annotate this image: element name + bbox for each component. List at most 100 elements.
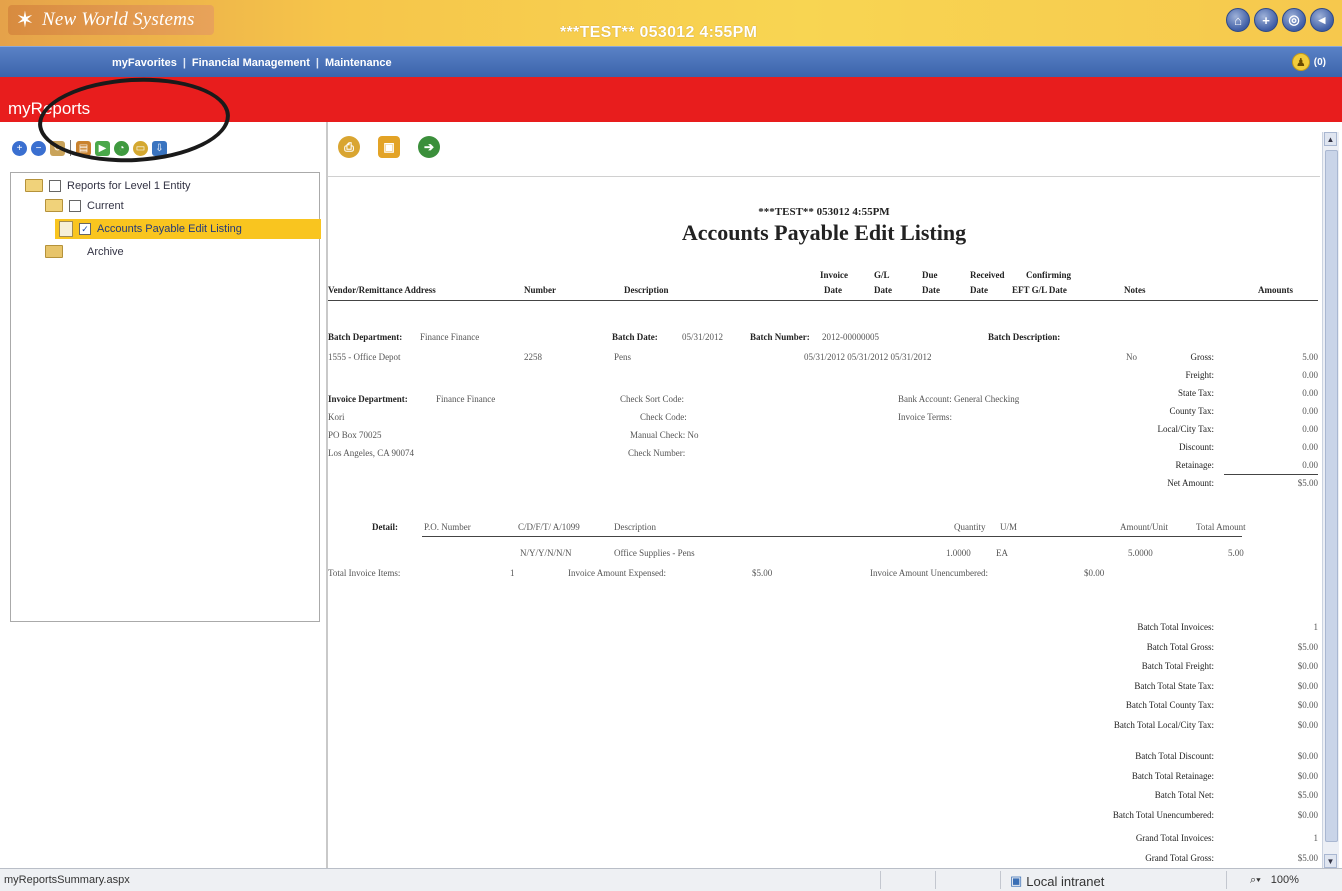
add-icon[interactable]: +	[1254, 8, 1278, 32]
security-zone: ▣ Local intranet	[1010, 873, 1104, 889]
zoom-control[interactable]: ⌕▾ 100%	[1250, 874, 1299, 887]
manual-check: Manual Check: No	[630, 430, 699, 440]
top-banner: ✶ New World Systems ***TEST** 053012 4:5…	[0, 0, 1342, 46]
detail-row-total: 5.00	[1228, 548, 1244, 558]
report-test-stamp: ***TEST** 053012 4:55PM	[758, 206, 890, 218]
col-description: Description	[624, 285, 669, 295]
detail-header-um: U/M	[1000, 522, 1018, 532]
batch-department-label: Batch Department:	[328, 332, 403, 342]
detail-label: Detail:	[372, 522, 398, 532]
col-due-date-1: Due	[922, 270, 938, 280]
detail-header-flags: C/D/F/T/ A/1099	[518, 522, 580, 532]
amount-value-state-tax: 0.00	[1302, 388, 1318, 398]
invoice-unencumbered-value: $0.00	[1084, 568, 1105, 578]
col-received-1: Received	[970, 270, 1005, 280]
check-sort-code: Check Sort Code:	[620, 394, 684, 404]
print-report-icon[interactable]: ⎙	[338, 136, 360, 158]
batch-total-label: Grand Total Invoices:	[1135, 833, 1214, 843]
address-line-2: PO Box 70025	[328, 430, 382, 440]
nav-link-financial-management[interactable]: Financial Management	[192, 57, 310, 69]
nav-links: myFavorites | Financial Management | Mai…	[112, 57, 392, 69]
detail-row-flags: N/Y/Y/N/N/N	[520, 548, 572, 558]
environment-title: ***TEST** 053012 4:55PM	[560, 24, 758, 41]
tree-label-root: Reports for Level 1 Entity	[67, 179, 191, 192]
col-gl-date-1: G/L	[874, 270, 890, 280]
amount-label-state-tax: State Tax:	[1178, 388, 1214, 398]
batch-total-value: $0.00	[1297, 719, 1318, 730]
tree-label-report: Accounts Payable Edit Listing	[97, 223, 242, 235]
batch-total-value: $0.00	[1297, 770, 1318, 781]
tree-checkbox-archive[interactable]	[69, 245, 81, 258]
batch-total-label: Batch Total Invoices:	[1137, 622, 1214, 632]
batch-total-label: Batch Total County Tax:	[1125, 700, 1214, 710]
nav-link-myfavorites[interactable]: myFavorites	[112, 57, 177, 69]
email-report-icon[interactable]: ➔	[418, 136, 440, 158]
status-divider	[1226, 871, 1227, 889]
invoice-expensed-label: Invoice Amount Expensed:	[568, 568, 666, 578]
tree-checkbox-report[interactable]: ✓	[79, 223, 91, 235]
batch-total-value: 1	[1313, 622, 1319, 632]
invoice-number: 2258	[524, 352, 542, 362]
folder-open-icon	[45, 199, 63, 212]
scroll-up-icon[interactable]: ▲	[1324, 132, 1337, 146]
folder-icon	[45, 245, 63, 258]
check-code: Check Code:	[640, 412, 687, 422]
tree-checkbox-current[interactable]	[69, 199, 81, 212]
batch-total-label: Batch Total Retainage:	[1131, 770, 1214, 781]
batch-total-value: $0.00	[1297, 680, 1318, 691]
globe-icon[interactable]: ◎	[1282, 8, 1306, 32]
home-icon[interactable]: ⌂	[1226, 8, 1250, 32]
bank-account: Bank Account: General Checking	[898, 394, 1020, 404]
batch-total-value: 1	[1313, 833, 1319, 843]
check-number: Check Number:	[628, 448, 686, 458]
expand-icon[interactable]: +	[12, 140, 27, 156]
zoom-icon[interactable]: ⌕▾	[1250, 874, 1261, 887]
detail-row-quantity: 1.0000	[946, 548, 971, 558]
amount-value-net: $5.00	[1297, 478, 1318, 488]
nav-separator: |	[315, 57, 319, 69]
back-icon[interactable]: ◂	[1310, 8, 1334, 32]
amount-label-local-city-tax: Local/City Tax:	[1157, 424, 1214, 434]
invoice-vendor: 1555 - Office Depot	[328, 352, 401, 362]
tree-item-archive[interactable]: Archive	[45, 245, 124, 258]
invoice-notes: No	[1126, 352, 1137, 362]
nav-link-maintenance[interactable]: Maintenance	[325, 57, 392, 69]
detail-header-po: P.O. Number	[424, 522, 471, 532]
detail-header-amount-unit: Amount/Unit	[1120, 522, 1169, 532]
invoice-description: Pens	[614, 352, 632, 362]
left-panel: + − ↻ ▤ ▶ ◔ ▭ ⇩ Reports for Level 1 Enti…	[0, 122, 328, 868]
batch-total-label: Batch Total Net:	[1154, 790, 1214, 800]
total-invoice-items-value: 1	[510, 568, 515, 578]
alert-bell-icon[interactable]: ♟	[1291, 53, 1310, 71]
top-icon-group: ⌂ + ◎ ◂	[1226, 8, 1334, 32]
tree-label-current: Current	[87, 199, 124, 212]
zoom-level[interactable]: 100%	[1271, 874, 1299, 887]
report-tree: Reports for Level 1 Entity Current ✓ Acc…	[10, 172, 321, 622]
scroll-down-icon[interactable]: ▼	[1324, 854, 1337, 868]
report-scrollbar[interactable]: ▲ ▼	[1322, 132, 1339, 868]
amount-label-freight: Freight:	[1185, 370, 1215, 380]
batch-total-label: Batch Total Freight:	[1141, 661, 1214, 671]
batch-total-label: Batch Total Unencumbered:	[1112, 809, 1214, 820]
status-bar: myReportsSummary.aspx ▣ Local intranet ⌕…	[0, 868, 1342, 891]
col-confirming-1: Confirming	[1026, 270, 1071, 280]
col-due-date-2: Date	[922, 285, 940, 295]
tree-checkbox-root[interactable]	[49, 179, 61, 192]
detail-row-description: Office Supplies - Pens	[614, 548, 695, 558]
scroll-thumb[interactable]	[1325, 150, 1338, 842]
col-invoice-date-2: Date	[824, 285, 842, 295]
address-line-1: Kori	[328, 412, 345, 422]
batch-total-value: $0.00	[1297, 700, 1318, 710]
export-report-icon[interactable]: ▣	[378, 136, 400, 158]
nav-separator: |	[182, 57, 186, 69]
status-divider	[935, 871, 936, 889]
nav-bar: myFavorites | Financial Management | Mai…	[0, 46, 1342, 77]
amount-value-local-city-tax: 0.00	[1302, 424, 1318, 434]
tree-item-accounts-payable-edit-listing[interactable]: ✓ Accounts Payable Edit Listing	[59, 221, 242, 237]
batch-total-label: Batch Total Local/City Tax:	[1113, 719, 1214, 730]
alerts-badge[interactable]: ♟ (0)	[1291, 53, 1326, 71]
tree-item-current[interactable]: Current	[45, 199, 124, 212]
status-divider	[880, 871, 881, 889]
collapse-icon[interactable]: −	[31, 140, 46, 156]
tree-item-root[interactable]: Reports for Level 1 Entity	[25, 179, 191, 192]
